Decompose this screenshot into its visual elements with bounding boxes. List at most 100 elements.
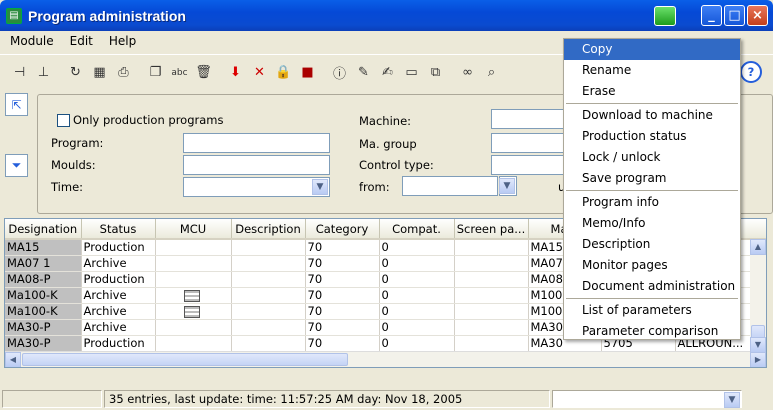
menu-item-erase[interactable]: Erase — [564, 81, 740, 102]
mcu-cell — [155, 287, 232, 304]
mcu-icon — [183, 289, 200, 302]
menu-edit[interactable]: Edit — [60, 34, 99, 48]
search-doc-icon[interactable]: ⌕ — [480, 62, 503, 84]
scroll-left-icon[interactable]: ◀ — [5, 352, 21, 367]
abc-icon[interactable]: abc — [168, 62, 191, 84]
menu-item-monitor-pages[interactable]: Monitor pages — [564, 255, 740, 276]
ma-group-label: Ma. group — [359, 137, 417, 151]
expand-filter-icon[interactable]: ⇱ — [5, 93, 28, 116]
memo-icon[interactable]: ✍ — [376, 62, 399, 84]
grid-icon[interactable]: ▦ — [88, 62, 111, 84]
trash-icon[interactable]: 🗑 — [192, 62, 215, 84]
download-machine-icon[interactable]: ⬇ — [224, 62, 247, 84]
status-select[interactable]: ▼ — [552, 390, 742, 408]
horizontal-scroll-thumb[interactable] — [22, 353, 348, 366]
help-icon[interactable]: ? — [740, 61, 762, 83]
menu-item-parameter-comparison[interactable]: Parameter comparison — [564, 321, 740, 342]
scroll-up-icon[interactable]: ▲ — [750, 239, 766, 255]
save-icon[interactable]: ■ — [296, 62, 319, 84]
copy-icon[interactable]: ❐ — [144, 62, 167, 84]
cell-category: 70 — [305, 271, 380, 288]
table-row[interactable]: C&PLE-1-PProduction 700 MA10 ALLROUN... — [5, 367, 767, 368]
status-light-icon[interactable] — [654, 6, 676, 26]
menu-item-save-program[interactable]: Save program — [564, 168, 740, 189]
pencil-icon[interactable]: ✎ — [352, 62, 375, 84]
lock-icon[interactable]: 🔒 — [272, 62, 295, 84]
cell-category: 70 — [305, 335, 380, 352]
scroll-right-icon[interactable]: ▶ — [750, 352, 766, 367]
vertical-scrollbar[interactable]: ▲ ▼ — [750, 239, 766, 353]
cell-compat: 0 — [379, 303, 455, 320]
apply-filter-icon[interactable]: ⏷ — [5, 154, 28, 177]
scroll-down-icon[interactable]: ▼ — [750, 337, 766, 353]
title-bar: ▤ Program administration _ □ × — [0, 0, 773, 31]
cell-designation: Ma100-K — [5, 303, 82, 320]
menu-item-rename[interactable]: Rename — [564, 60, 740, 81]
menu-item-list-of-parameters[interactable]: List of parameters — [564, 300, 740, 321]
chevron-down-icon[interactable]: ▼ — [724, 392, 740, 408]
mcu-icon — [183, 305, 200, 318]
from-date-input[interactable] — [402, 176, 498, 196]
mcu-cell — [155, 335, 232, 352]
menu-item-memo-info[interactable]: Memo/Info — [564, 213, 740, 234]
menu-help[interactable]: Help — [99, 34, 142, 48]
program-input[interactable] — [183, 133, 330, 153]
stamp-icon[interactable]: ⊥ — [32, 62, 55, 84]
menu-separator — [566, 103, 738, 104]
machine-input[interactable] — [491, 109, 571, 129]
column-header[interactable]: MCU — [155, 219, 232, 240]
time-select[interactable]: ▼ — [183, 177, 330, 197]
disconnect-icon[interactable]: ✕ — [248, 62, 271, 84]
cell-status: Production — [81, 335, 156, 352]
program-label: Program: — [51, 136, 104, 150]
cell-compat: 0 — [379, 271, 455, 288]
info-icon[interactable]: ⓘ — [328, 62, 351, 84]
close-button[interactable]: × — [747, 5, 768, 26]
cell-designation: C&PLE-1-P — [5, 367, 81, 368]
print-icon[interactable]: ⎙ — [112, 62, 135, 84]
cell-designation: MA07 1 — [5, 255, 82, 272]
refresh-icon[interactable]: ↻ — [64, 62, 87, 84]
menu-item-copy[interactable]: Copy — [564, 39, 740, 60]
mcu-cell — [155, 255, 232, 272]
cell-compat: 0 — [379, 287, 455, 304]
windows-icon[interactable]: ⧉ — [424, 62, 447, 84]
ma-group-input[interactable] — [491, 133, 571, 153]
cell-designation: MA30-P — [5, 335, 82, 352]
from-date-dropdown[interactable]: ▼ — [499, 176, 517, 196]
column-header[interactable]: Compat. — [379, 219, 455, 240]
time-label: Time: — [51, 180, 84, 194]
cell-designation: MA08-P — [5, 271, 82, 288]
maximize-button[interactable]: □ — [724, 5, 745, 26]
control-type-input[interactable] — [491, 155, 571, 175]
monitor-icon[interactable]: ▭ — [400, 62, 423, 84]
glasses-icon[interactable]: ∞ — [456, 62, 479, 84]
mcu-cell — [155, 239, 232, 256]
only-production-checkbox[interactable] — [57, 114, 70, 127]
column-header[interactable]: Description — [231, 219, 306, 240]
column-header[interactable]: Designation — [5, 219, 82, 240]
menu-module[interactable]: Module — [0, 34, 60, 48]
column-header[interactable]: Status — [81, 219, 156, 240]
cell-status: Archive — [81, 319, 156, 336]
menu-separator — [566, 190, 738, 191]
minimize-button[interactable]: _ — [701, 5, 722, 26]
menu-item-document-administration[interactable]: Document administration — [564, 276, 740, 297]
cell-status: Archive — [81, 287, 156, 304]
moulds-input[interactable] — [183, 155, 330, 175]
menu-item-lock-unlock[interactable]: Lock / unlock — [564, 147, 740, 168]
menu-item-download-to-machine[interactable]: Download to machine — [564, 105, 740, 126]
menu-item-program-info[interactable]: Program info — [564, 192, 740, 213]
status-text: 35 entries, last update: time: 11:57:25 … — [104, 390, 550, 408]
column-header[interactable]: Screen pa... — [454, 219, 529, 240]
cell-category: 70 — [305, 239, 380, 256]
chevron-down-icon[interactable]: ▼ — [312, 179, 328, 195]
pin-icon[interactable]: ⊣ — [8, 62, 31, 84]
horizontal-scrollbar[interactable]: ◀ ▶ — [5, 351, 766, 367]
menu-item-description[interactable]: Description — [564, 234, 740, 255]
column-header[interactable]: Category — [305, 219, 380, 240]
chevron-down-icon[interactable]: ▼ — [499, 178, 515, 194]
cell-designation: MA30-P — [5, 319, 82, 336]
menu-item-production-status[interactable]: Production status — [564, 126, 740, 147]
cell-compat: 0 — [379, 239, 455, 256]
